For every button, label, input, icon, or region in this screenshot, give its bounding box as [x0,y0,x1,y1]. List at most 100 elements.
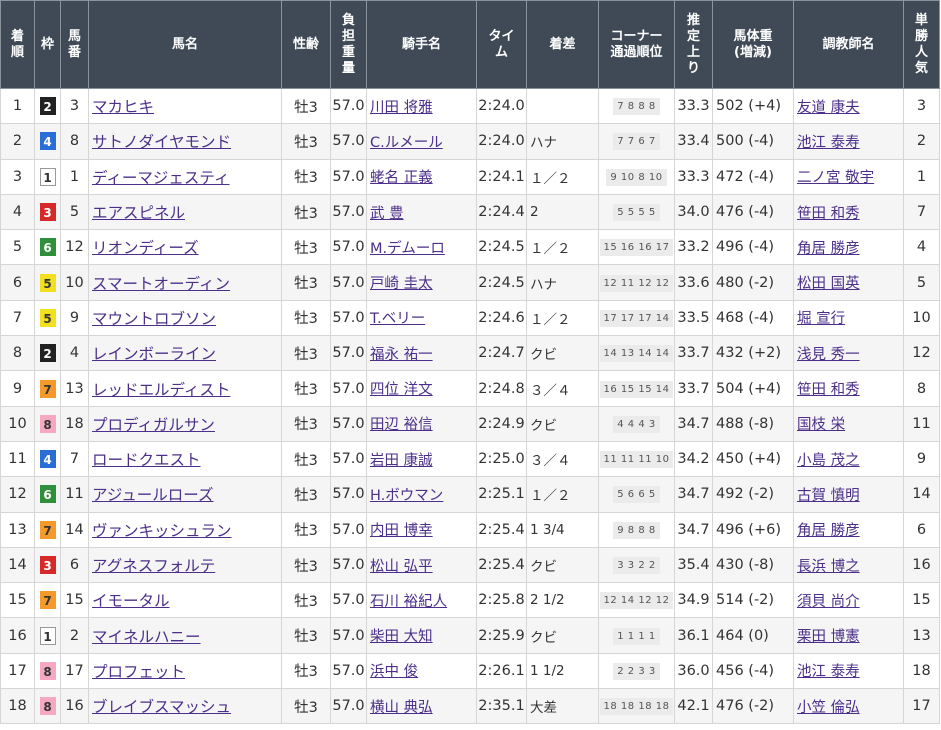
waku-cell: 2 [34,335,61,372]
horse-name-cell-text[interactable]: サトノダイヤモンド [92,133,231,151]
horse-name-cell-text[interactable]: レッドエルディスト [92,381,230,399]
trainer-cell-text[interactable]: 堀 宣行 [797,311,845,327]
header-jockey: 騎手名 [366,0,477,89]
sex-age-cell: 牡3 [281,546,331,584]
horse-name-cell-text[interactable]: プロフェット [92,663,185,681]
popularity-cell: 11 [903,405,940,442]
header-horse: 馬名 [88,0,282,89]
trainer-cell-text[interactable]: 浅見 秀一 [797,347,860,363]
jockey-cell-text[interactable]: 浜中 俊 [370,664,418,680]
trainer-cell-text[interactable]: 古賀 慎明 [797,488,860,504]
trainer-cell-text[interactable]: 角居 勝彦 [797,241,860,257]
waku-badge: 4 [39,450,56,469]
rank-cell: 12 [0,476,35,513]
body-weight-cell-text: 500 (-4) [716,133,775,150]
trainer-cell-text[interactable]: 国枝 栄 [797,417,845,433]
waku-cell: 4 [34,123,61,160]
margin-cell: クビ [526,617,599,654]
trainer-cell-text[interactable]: 二ノ宮 敬宇 [797,170,874,186]
table-row: 10 8 18 プロディガルサン 牡3 57.0 田辺 裕信 2:24.9 クビ 4 4 4 3 3… [0,405,940,442]
jockey-cell-text[interactable]: 蛯名 正義 [370,170,433,186]
jockey-cell-text[interactable]: 四位 洋文 [370,382,433,398]
header-agari-line: 推 [686,12,700,28]
trainer-cell-text[interactable]: 池江 泰寿 [797,135,860,151]
horse-name-cell-text[interactable]: ディーマジェスティ [92,169,230,187]
burden-weight-cell: 57.0 [330,440,367,478]
jockey-cell-text[interactable]: 戸崎 圭太 [370,276,433,292]
table-row: 5 6 12 リオンディーズ 牡3 57.0 M.デムーロ 2:24.5 １／２ 15 16 16… [0,229,940,266]
jockey-cell-text[interactable]: 松山 弘平 [370,559,433,575]
trainer-cell-text[interactable]: 松田 国英 [797,276,860,292]
horse-name-cell-text[interactable]: アグネスフォルテ [92,557,215,575]
horse-name-cell-text[interactable]: ヴァンキッシュラン [92,522,232,540]
popularity-cell-text: 2 [916,133,927,150]
jockey-cell-text[interactable]: 柴田 大知 [370,629,433,645]
trainer-cell-text[interactable]: 小笠 倫弘 [797,700,860,716]
table-row: 15 7 15 イモータル 牡3 57.0 石川 裕紀人 2:25.8 2 1/2 12 14 1… [0,582,940,619]
time-cell-text: 2:25.0 [478,451,525,468]
waku-cell: 5 [34,299,61,337]
horse-name-cell: マウントロブソン [88,299,282,337]
horse-name-cell-text[interactable]: マイネルハニー [92,628,201,646]
rank-cell-text: 11 [8,451,27,468]
jockey-cell-text[interactable]: 石川 裕紀人 [370,594,447,610]
header-num-line: 番 [67,44,81,60]
trainer-cell-text[interactable]: 須貝 尚介 [797,594,860,610]
waku-badge: 1 [39,626,56,645]
horse-name-cell-text[interactable]: アジュールローズ [92,486,214,504]
horse-name-cell-text[interactable]: エアスピネル [92,204,185,222]
rank-cell-text: 8 [12,345,23,362]
jockey-cell-text[interactable]: M.デムーロ [370,241,445,257]
horse-name-cell: レインボーライン [88,335,282,372]
trainer-cell: 小笠 倫弘 [793,688,904,725]
burden-weight-cell-text: 57.0 [332,133,365,150]
jockey-cell-text[interactable]: H.ボウマン [370,488,443,504]
body-weight-cell: 476 (-4) [712,193,794,231]
trainer-cell-text[interactable]: 笹田 和秀 [797,206,860,222]
burden-weight-cell: 57.0 [330,264,367,301]
trainer-cell-text[interactable]: 角居 勝彦 [797,523,860,539]
margin-cell-text: クビ [530,629,557,646]
horse-name-cell-text[interactable]: イモータル [92,592,170,610]
horse-name-cell-text[interactable]: レインボーライン [92,345,216,363]
horse-number-cell: 15 [60,582,89,619]
trainer-cell-text[interactable]: 池江 泰寿 [797,664,860,680]
horse-name-cell-text[interactable]: ロードクエスト [92,451,201,469]
jockey-cell-text[interactable]: 内田 博幸 [370,523,433,539]
horse-number-cell: 4 [60,335,89,372]
header-pop-line: 人 [914,44,928,60]
trainer-cell-text[interactable]: 友道 康夫 [797,100,860,116]
horse-name-cell-text[interactable]: スマートオーディン [92,275,230,293]
burden-weight-cell: 57.0 [330,370,367,407]
jockey-cell-text[interactable]: 田辺 裕信 [370,417,433,433]
horse-name-cell-text[interactable]: ブレイブスマッシュ [92,698,231,716]
jockey-cell: 岩田 康誠 [366,440,477,478]
jockey-cell-text[interactable]: C.ルメール [370,135,443,151]
agari-cell-text: 34.0 [677,204,710,221]
trainer-cell-text[interactable]: 小島 茂之 [797,453,860,469]
trainer-cell: 池江 泰寿 [793,652,904,690]
horse-name-cell-text[interactable]: マカヒキ [92,98,154,116]
jockey-cell-text[interactable]: 武 豊 [370,206,404,222]
jockey-cell-text[interactable]: 川田 将雅 [370,100,433,116]
popularity-cell-text: 15 [912,592,931,609]
agari-cell-text: 33.7 [677,345,710,362]
trainer-cell-text[interactable]: 栗田 博憲 [797,629,860,645]
horse-name-cell-text[interactable]: リオンディーズ [92,239,199,257]
horse-name-cell-text[interactable]: マウントロブソン [92,310,216,328]
header-pop-line: 勝 [914,28,928,44]
trainer-cell-text[interactable]: 笹田 和秀 [797,382,860,398]
jockey-cell-text[interactable]: 福永 祐一 [370,347,433,363]
sex-age-cell-text: 牡3 [294,629,318,646]
jockey-cell-text[interactable]: 横山 典弘 [370,700,433,716]
trainer-cell-text[interactable]: 長浜 博之 [797,559,860,575]
jockey-cell-text[interactable]: 岩田 康誠 [370,453,433,469]
jockey-cell-text[interactable]: T.ベリー [370,311,425,327]
rank-cell: 6 [0,264,35,301]
burden-weight-cell: 57.0 [330,123,367,160]
agari-cell: 34.9 [674,582,713,619]
time-cell: 2:25.4 [476,511,527,548]
burden-weight-cell: 57.0 [330,617,367,654]
horse-name-cell-text[interactable]: プロディガルサン [92,416,215,434]
corner-cell: 18 18 18 18 [598,688,675,725]
